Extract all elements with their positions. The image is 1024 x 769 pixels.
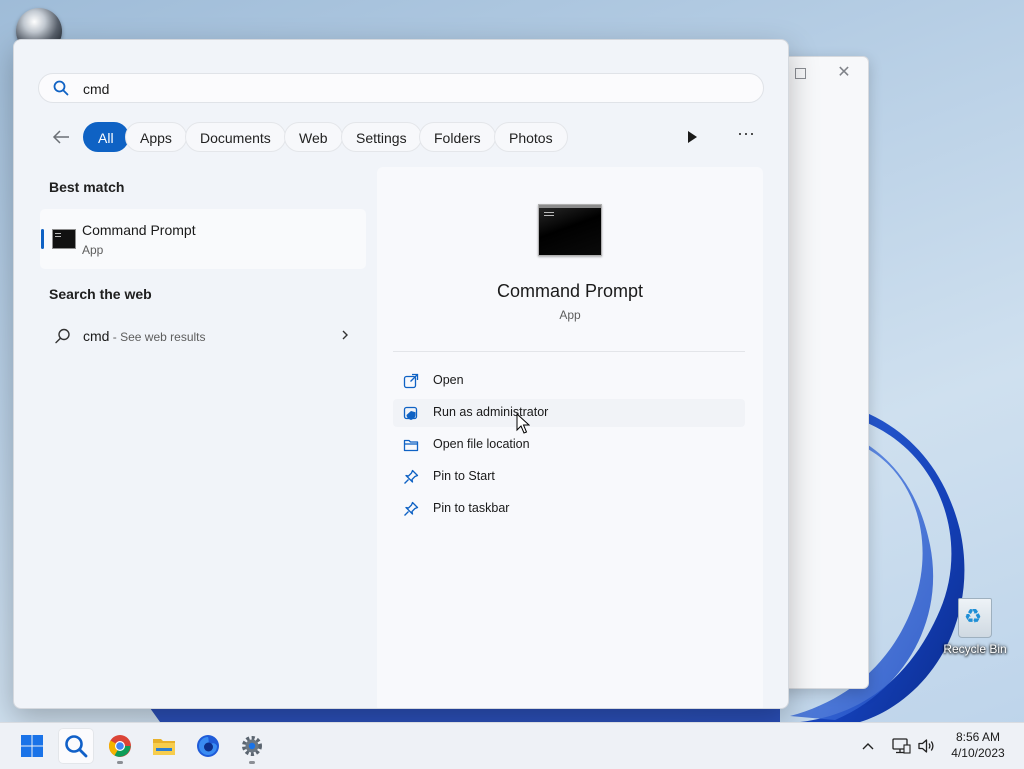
action-open[interactable]: Open xyxy=(393,367,745,395)
file-explorer-icon xyxy=(153,739,175,755)
detail-app-type: App xyxy=(559,308,581,322)
taskbar-firefox-button[interactable] xyxy=(190,728,226,764)
taskbar: 8:56 AM 4/10/2023 xyxy=(0,722,1024,769)
best-match-command-prompt[interactable]: Command Prompt App xyxy=(40,209,366,269)
taskbar-chrome-button[interactable] xyxy=(102,728,138,764)
web-result-cmd[interactable]: cmd - See web results xyxy=(40,318,366,354)
search-icon xyxy=(53,80,69,96)
taskbar-search-button[interactable] xyxy=(58,728,94,764)
filter-photos[interactable]: Photos xyxy=(494,122,568,152)
search-box[interactable] xyxy=(38,73,764,103)
mouse-cursor-icon xyxy=(516,413,530,434)
volume-icon[interactable] xyxy=(917,736,937,756)
action-run-as-administrator-label: Run as administrator xyxy=(433,405,549,419)
action-open-file-location[interactable]: Open file location xyxy=(393,431,745,459)
filter-documents[interactable]: Documents xyxy=(185,122,286,152)
search-web-title: Search the web xyxy=(49,286,152,302)
best-match-type: App xyxy=(82,243,104,257)
command-prompt-large-icon xyxy=(538,204,602,256)
recycle-bin-label: Recycle Bin xyxy=(943,642,1007,656)
filter-settings[interactable]: Settings xyxy=(341,122,422,152)
shield-icon xyxy=(403,406,418,420)
start-button[interactable] xyxy=(14,728,50,764)
network-icon[interactable] xyxy=(891,736,911,756)
settings-gear-icon xyxy=(242,736,262,756)
pin-icon xyxy=(404,469,419,484)
detail-app-name: Command Prompt xyxy=(496,281,644,301)
windows-start-icon xyxy=(21,735,43,757)
detail-divider xyxy=(393,351,745,352)
action-run-as-administrator[interactable]: Run as administrator xyxy=(393,399,745,427)
back-arrow-icon[interactable] xyxy=(50,126,72,148)
filter-web[interactable]: Web xyxy=(284,122,343,152)
action-pin-to-start[interactable]: Pin to Start xyxy=(393,463,745,491)
background-window[interactable]: ✕ xyxy=(780,56,869,689)
maximize-icon[interactable] xyxy=(790,63,810,83)
show-hidden-icons-chevron-icon[interactable] xyxy=(859,737,877,755)
action-open-file-location-label: Open file location xyxy=(433,437,530,451)
chrome-icon xyxy=(109,735,131,757)
selection-indicator xyxy=(41,229,44,249)
recycle-bin[interactable]: Recycle Bin xyxy=(942,598,1008,656)
action-open-label: Open xyxy=(433,373,464,387)
open-external-icon xyxy=(403,373,419,389)
pin-icon xyxy=(404,501,419,516)
folder-icon xyxy=(403,439,419,452)
filter-bar: All Apps Documents Web Settings Folders … xyxy=(14,120,788,154)
filter-apps[interactable]: Apps xyxy=(125,122,187,152)
taskbar-file-explorer-button[interactable] xyxy=(146,728,182,764)
running-indicator xyxy=(117,761,123,764)
search-flyout: All Apps Documents Web Settings Folders … xyxy=(13,39,789,709)
clock-time: 8:56 AM xyxy=(955,730,1001,744)
web-hint: - See web results xyxy=(109,330,206,344)
best-match-title: Best match xyxy=(49,179,125,195)
firefox-icon xyxy=(197,735,219,757)
action-pin-to-taskbar[interactable]: Pin to taskbar xyxy=(393,495,745,523)
web-search-icon xyxy=(55,328,70,344)
filter-folders[interactable]: Folders xyxy=(419,122,496,152)
running-indicator xyxy=(249,761,255,764)
taskbar-clock[interactable]: 8:56 AM 4/10/2023 xyxy=(945,729,1011,761)
command-prompt-icon xyxy=(52,229,76,249)
web-query: cmd xyxy=(83,328,110,344)
play-icon[interactable] xyxy=(682,127,702,147)
best-match-name: Command Prompt xyxy=(82,222,196,238)
detail-pane: Command Prompt App Open Run as administr… xyxy=(377,167,763,708)
action-pin-to-taskbar-label: Pin to taskbar xyxy=(433,501,510,515)
recycle-bin-icon xyxy=(958,598,992,638)
more-options-icon[interactable]: ··· xyxy=(734,124,758,148)
search-input[interactable] xyxy=(81,77,725,101)
clock-date: 4/10/2023 xyxy=(951,746,1005,760)
close-icon[interactable]: ✕ xyxy=(834,63,854,83)
filter-all[interactable]: All xyxy=(83,122,129,152)
taskbar-settings-button[interactable] xyxy=(234,728,270,764)
search-icon xyxy=(65,735,88,758)
action-pin-to-start-label: Pin to Start xyxy=(433,469,495,483)
chevron-right-icon[interactable] xyxy=(338,327,352,343)
